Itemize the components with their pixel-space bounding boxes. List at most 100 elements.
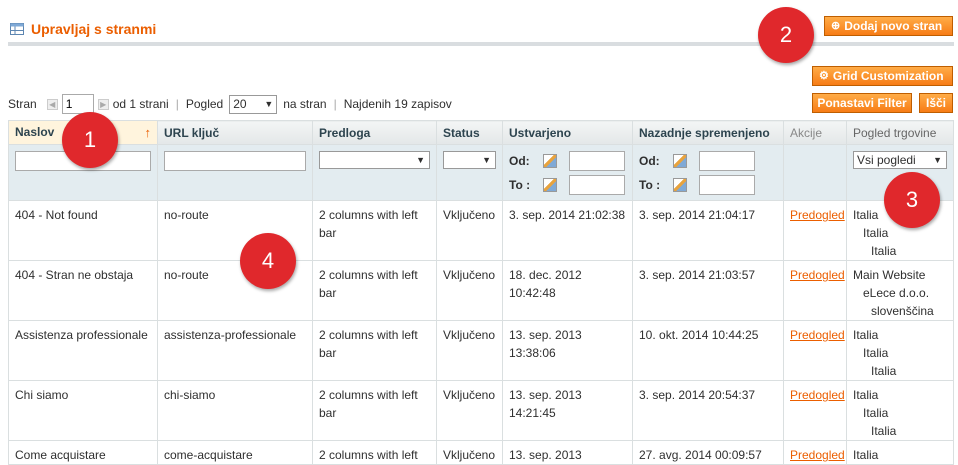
- search-label: Išči: [925, 96, 946, 110]
- preview-link[interactable]: Predogled: [790, 268, 845, 282]
- cell-status: Vključeno: [436, 380, 503, 441]
- layout-filter-select[interactable]: ▼: [319, 151, 430, 169]
- filter-created-cell: Od: To :: [502, 144, 633, 201]
- column-header-label: Naslov: [15, 125, 55, 139]
- table-row[interactable]: Chi siamo chi-siamo 2 columns with left …: [8, 380, 954, 441]
- view-label: Pogled: [185, 97, 224, 111]
- cell-modified: 10. okt. 2014 10:44:25: [632, 320, 784, 381]
- created-to-input[interactable]: [569, 175, 625, 195]
- cell-action: Predogled: [783, 200, 847, 261]
- modified-from-input[interactable]: [699, 151, 755, 171]
- created-from-input[interactable]: [569, 151, 625, 171]
- calendar-icon[interactable]: [543, 154, 557, 168]
- preview-link[interactable]: Predogled: [790, 208, 845, 222]
- store-website: Italia: [853, 448, 879, 462]
- grid-header-row: Naslov ↑ URL ključ Predloga Status Ustva…: [8, 120, 954, 145]
- cell-created: 18. dec. 2012 10:42:48: [502, 260, 633, 321]
- store-website: Main Website: [853, 268, 926, 282]
- table-row[interactable]: 404 - Not found no-route 2 columns with …: [8, 200, 954, 261]
- cell-url-key: come-acquistare: [157, 440, 313, 465]
- column-header-status[interactable]: Status: [436, 120, 503, 145]
- plus-circle-icon: ⊕: [831, 19, 841, 32]
- page-label: Stran: [8, 97, 37, 111]
- per-page-select[interactable]: 20 ▼: [229, 94, 278, 114]
- url-key-filter-input[interactable]: [164, 151, 306, 171]
- status-filter-select[interactable]: ▼: [443, 151, 496, 169]
- cell-store-view: Italia Italia Italia: [846, 380, 954, 441]
- cell-status: Vključeno: [436, 200, 503, 261]
- cell-action: Predogled: [783, 320, 847, 381]
- page-title: Upravljaj s stranmi: [31, 21, 157, 37]
- search-button[interactable]: Išči: [919, 93, 953, 113]
- callout-marker-4: 4: [240, 233, 296, 289]
- column-header-created[interactable]: Ustvarjeno: [502, 120, 633, 145]
- grid-customization-button[interactable]: ⚙ Grid Customization: [812, 66, 953, 86]
- column-header-layout[interactable]: Predloga: [312, 120, 437, 145]
- store-group: eLece d.o.o.: [863, 286, 930, 300]
- cell-status: Vključeno: [436, 260, 503, 321]
- divider: |: [175, 97, 179, 111]
- table-row[interactable]: Assistenza professionale assistenza-prof…: [8, 320, 954, 381]
- from-label: Od:: [639, 154, 660, 168]
- callout-marker-1: 1: [62, 112, 118, 168]
- chevron-down-icon: ▼: [416, 155, 425, 165]
- cell-layout: 2 columns with left bar: [312, 200, 437, 261]
- table-row[interactable]: 404 - Stran ne obstaja no-route 2 column…: [8, 260, 954, 321]
- pages-grid: Naslov ↑ URL ključ Predloga Status Ustva…: [8, 120, 954, 465]
- table-row[interactable]: Come acquistare come-acquistare 2 column…: [8, 440, 954, 465]
- grid-icon: [10, 23, 24, 35]
- cell-layout: 2 columns with left bar: [312, 380, 437, 441]
- prev-page-icon[interactable]: ◀: [46, 98, 58, 110]
- calendar-icon[interactable]: [673, 178, 687, 192]
- store-view-option: Vsi pogledi: [857, 153, 916, 167]
- records-count: Najdenih 19 zapisov: [343, 97, 452, 111]
- cell-store-view: Italia: [846, 440, 954, 465]
- column-header-store-view[interactable]: Pogled trgovine: [846, 120, 954, 145]
- modified-to-input[interactable]: [699, 175, 755, 195]
- calendar-icon[interactable]: [543, 178, 557, 192]
- store-group: Italia: [863, 226, 889, 240]
- chevron-down-icon: ▼: [264, 99, 274, 109]
- page-count: od 1 strani: [112, 97, 169, 111]
- filter-modified-cell: Od: To :: [632, 144, 784, 201]
- store-view: Italia: [871, 364, 897, 378]
- preview-link[interactable]: Predogled: [790, 388, 845, 402]
- calendar-icon[interactable]: [673, 154, 687, 168]
- from-label: Od:: [509, 154, 530, 168]
- grid-customization-label: Grid Customization: [832, 69, 944, 83]
- cell-title: 404 - Not found: [8, 200, 158, 261]
- pager: Stran ◀ ▶ od 1 strani | Pogled 20 ▼ na s…: [8, 93, 452, 115]
- cell-layout: 2 columns with left bar: [312, 260, 437, 321]
- preview-link[interactable]: Predogled: [790, 448, 845, 462]
- cell-created: 13. sep. 2013 13:38:06: [502, 320, 633, 381]
- chevron-down-icon: ▼: [933, 155, 942, 165]
- filter-layout-cell: ▼: [312, 144, 437, 201]
- column-header-url-key[interactable]: URL ključ: [157, 120, 313, 145]
- store-view: Italia: [871, 424, 897, 438]
- cell-status: Vključeno: [436, 440, 503, 465]
- cell-action: Predogled: [783, 380, 847, 441]
- filter-row: ▼ ▼ Od: To : Od: To : Vsi pogledi ▼: [8, 144, 954, 201]
- column-header-modified[interactable]: Nazadnje spremenjeno: [632, 120, 784, 145]
- cell-url-key: chi-siamo: [157, 380, 313, 441]
- cell-created: 3. sep. 2014 21:02:38: [502, 200, 633, 261]
- add-page-label: Dodaj novo stran: [844, 19, 943, 33]
- store-view: slovenščina: [871, 304, 934, 318]
- per-page-value: 20: [233, 97, 247, 111]
- page-input[interactable]: [61, 94, 94, 114]
- cell-title: Chi siamo: [8, 380, 158, 441]
- to-label: To :: [639, 178, 661, 192]
- cell-title: Come acquistare: [8, 440, 158, 465]
- cell-action: Predogled: [783, 440, 847, 465]
- add-page-button[interactable]: ⊕ Dodaj novo stran: [824, 16, 953, 36]
- store-view-filter-select[interactable]: Vsi pogledi ▼: [853, 151, 947, 169]
- cell-title: 404 - Stran ne obstaja: [8, 260, 158, 321]
- preview-link[interactable]: Predogled: [790, 328, 845, 342]
- cell-url-key: assistenza-professionale: [157, 320, 313, 381]
- reset-filter-label: Ponastavi Filter: [817, 96, 907, 110]
- reset-filter-button[interactable]: Ponastavi Filter: [812, 93, 912, 113]
- cell-created: 13. sep. 2013: [502, 440, 633, 465]
- cell-store-view: Main Website eLece d.o.o. slovenščina: [846, 260, 954, 321]
- next-page-icon[interactable]: ▶: [97, 98, 109, 110]
- cell-title: Assistenza professionale: [8, 320, 158, 381]
